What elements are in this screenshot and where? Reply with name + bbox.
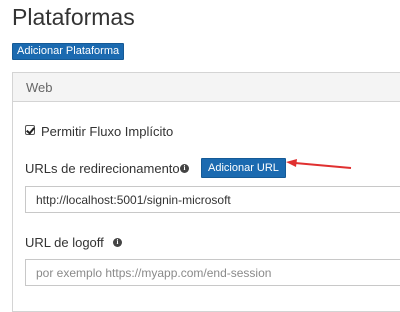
add-platform-button[interactable]: Adicionar Plataforma [12,43,125,60]
info-icon[interactable]: i [113,238,122,247]
panel-header-label: Web [26,80,53,95]
redirect-url-input[interactable] [25,186,400,213]
redirect-urls-label: URLs de redirecionamento [25,161,180,176]
logout-url-label: URL de logoff [25,235,104,250]
implicit-flow-checkbox[interactable] [25,125,35,135]
web-platform-panel: Web Permitir Fluxo Implícito URLs de red… [12,72,400,312]
add-url-button[interactable]: Adicionar URL [201,158,286,178]
info-icon[interactable]: i [180,164,189,173]
page-title: Plataformas [12,4,135,30]
panel-header[interactable]: Web [13,73,400,102]
logout-url-input[interactable] [25,259,400,286]
implicit-flow-label[interactable]: Permitir Fluxo Implícito [41,124,173,139]
annotation-arrow [286,159,352,169]
